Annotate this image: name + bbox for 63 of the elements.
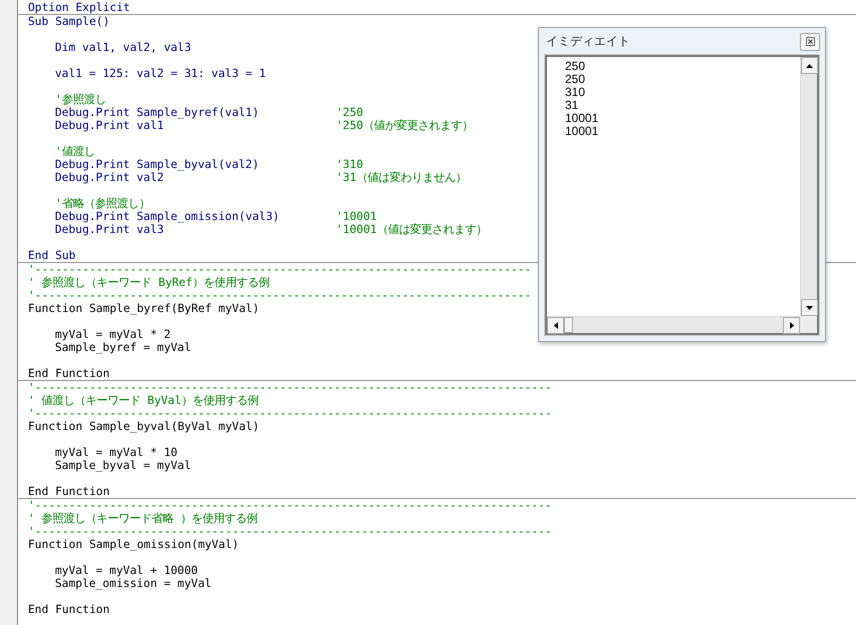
scroll-thumb[interactable] (564, 317, 573, 333)
scroll-up-button[interactable] (801, 57, 818, 74)
comment-line: ' 参照渡し（キーワード ByRef）を使用する例 (28, 276, 270, 289)
window-title: イミディエイト (546, 33, 630, 50)
right-arrow-icon (790, 322, 794, 329)
code-line: val1 = 125: val2 = 31: val3 = 1 (55, 67, 267, 80)
close-icon (806, 37, 814, 46)
code-line: Debug.Print Sample_byval(val2) (55, 158, 260, 171)
code-line: Debug.Print val3 (55, 223, 165, 236)
comment-line: '---------------------------------------------------------------------------- (28, 407, 552, 420)
trailing-comment: '250 (336, 106, 364, 119)
scrollbar-corner (800, 316, 817, 333)
trailing-comment: '310 (336, 158, 364, 171)
code-line: End Function (28, 485, 110, 498)
scroll-down-button[interactable] (801, 299, 818, 316)
trailing-comment: '31（値は変わりません） (336, 171, 466, 184)
comment-line: '省略（参照渡し） (55, 197, 150, 210)
down-arrow-icon (806, 306, 813, 310)
code-line: myVal = myVal + 10000 (55, 564, 199, 577)
code-line: Function Sample_byref(ByRef myVal) (28, 302, 260, 315)
comment-line: ' 値渡し（キーワード ByVal）を使用する例 (28, 394, 258, 407)
output-line: 250 (565, 60, 586, 73)
scroll-left-button[interactable] (547, 317, 564, 334)
code-line: Sub Sample() (28, 15, 110, 28)
output-line: 250 (565, 73, 586, 86)
code-line: Function Sample_byval(ByVal myVal) (28, 420, 260, 433)
code-line: Debug.Print Sample_byref(val1) (55, 106, 260, 119)
code-line: Function Sample_omission(myVal) (28, 538, 239, 551)
comment-line: '値渡し (55, 145, 95, 158)
code-line: Option Explicit (28, 1, 130, 14)
comment-line: '------------------------------------------------------------------------- (28, 289, 532, 302)
up-arrow-icon (806, 64, 813, 68)
code-line: Debug.Print Sample_omission(val3) (55, 210, 280, 223)
horizontal-scrollbar[interactable] (547, 316, 800, 333)
close-button[interactable] (800, 32, 820, 50)
comment-line: '---------------------------------------------------------------------------- (28, 499, 552, 512)
code-line: End Function (28, 367, 110, 380)
code-line: Debug.Print val1 (55, 119, 165, 132)
output-line: 310 (565, 86, 586, 99)
trailing-comment: '250（値が変更されます） (336, 119, 474, 132)
code-line: Sample_omission = myVal (55, 577, 212, 590)
output-line: 10001 (565, 125, 600, 138)
code-line: End Function (28, 603, 110, 616)
code-line: Debug.Print val2 (55, 171, 165, 184)
output-line: 31 (565, 99, 580, 112)
comment-line: '参照渡し (55, 93, 106, 106)
comment-line: ' 参照渡し（キーワード省略 ）を使用する例 (28, 512, 258, 525)
comment-line: '---------------------------------------------------------------------------- (28, 525, 552, 538)
trailing-comment: '10001（値は変更されます） (336, 223, 487, 236)
code-line: Sample_byref = myVal (55, 341, 192, 354)
code-line: myVal = myVal * 10 (55, 446, 178, 459)
output-pane[interactable]: 250 250 310 31 10001 10001 (545, 55, 819, 335)
code-line: Dim val1, val2, val3 (55, 41, 192, 54)
trailing-comment: '10001 (336, 210, 377, 223)
comment-line: '---------------------------------------------------------------------------- (28, 381, 552, 394)
code-line: End Sub (28, 249, 76, 262)
vertical-scrollbar[interactable] (800, 57, 817, 316)
scroll-right-button[interactable] (783, 317, 800, 334)
code-line: myVal = myVal * 2 (55, 328, 172, 341)
comment-line: '------------------------------------------------------------------------- (28, 263, 532, 276)
output-line: 10001 (565, 112, 600, 125)
left-arrow-icon (554, 322, 558, 329)
code-line: Sample_byval = myVal (55, 459, 192, 472)
